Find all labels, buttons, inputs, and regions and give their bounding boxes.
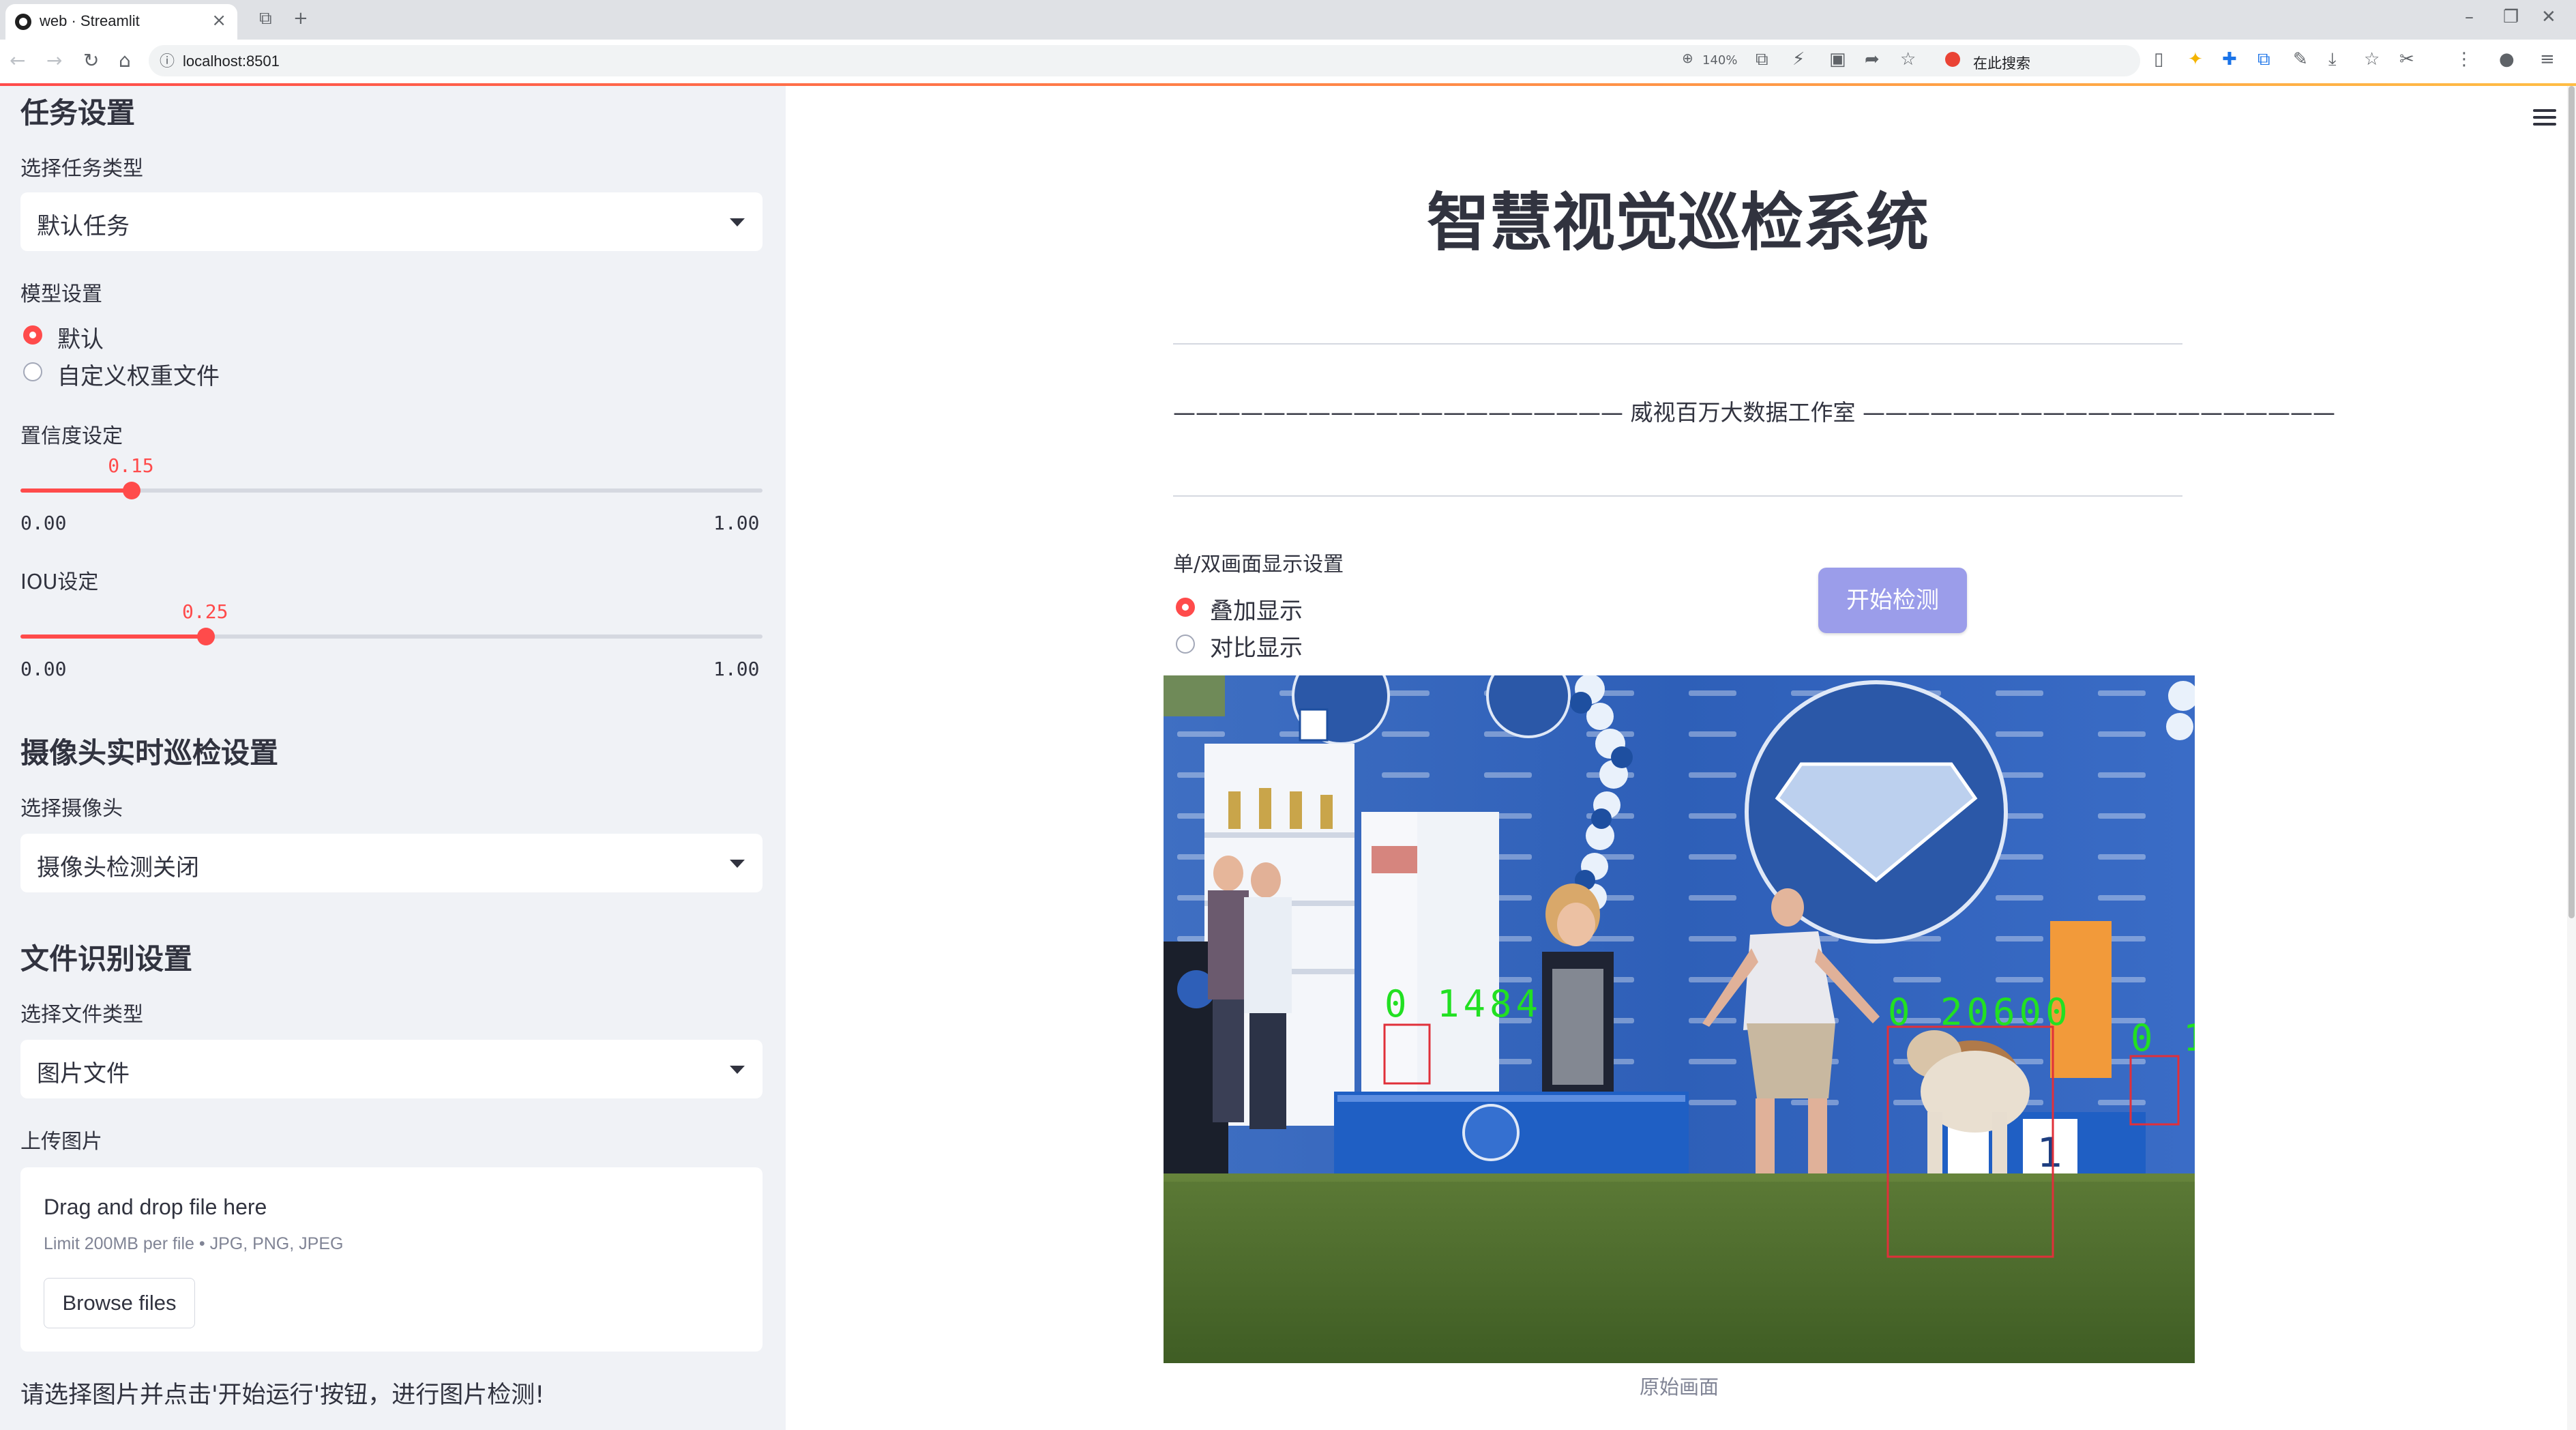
share-icon[interactable]: ➦: [1865, 49, 1880, 70]
extension-pen-icon[interactable]: ✎: [2293, 49, 2308, 70]
overlay-display-radio[interactable]: [1176, 598, 1195, 617]
browser-tab[interactable]: web · Streamlit ×: [5, 4, 237, 40]
search-placeholder[interactable]: 在此搜索: [1973, 53, 2030, 73]
zoom-level[interactable]: 140%: [1702, 53, 1737, 68]
home-icon[interactable]: ⌂: [119, 49, 131, 72]
scrollbar-thumb[interactable]: [2568, 86, 2575, 918]
translate-icon[interactable]: ⧉: [1756, 49, 1768, 70]
favorites-icon[interactable]: ☆: [2364, 49, 2380, 70]
task-type-value: 默认任务: [37, 213, 130, 240]
iou-max: 1.00: [713, 658, 760, 680]
file-type-label: 选择文件类型: [20, 1003, 143, 1027]
page-scrollbar[interactable]: [2567, 86, 2576, 1430]
close-window-icon[interactable]: ✕: [2541, 7, 2556, 27]
tab-title: web · Streamlit: [40, 12, 140, 29]
chevron-down-icon: [730, 860, 745, 868]
extension-puzzle-icon[interactable]: ✚: [2222, 49, 2237, 70]
detection-label-1: 0 1484: [1385, 982, 1543, 1025]
file-settings-heading: 文件识别设置: [20, 942, 193, 976]
forward-icon[interactable]: →: [46, 49, 62, 72]
iou-label: IOU设定: [20, 570, 99, 594]
url-text[interactable]: localhost:8501: [183, 53, 280, 70]
reload-icon[interactable]: ↻: [83, 49, 99, 72]
close-tab-icon[interactable]: ×: [211, 10, 226, 31]
confidence-slider-fill: [20, 488, 132, 493]
task-settings-heading: 任务设置: [20, 96, 136, 130]
model-default-label[interactable]: 默认: [57, 321, 104, 354]
tab-groups-icon[interactable]: ⧉: [259, 8, 272, 29]
confidence-min: 0.00: [20, 512, 67, 534]
profile-avatar-icon[interactable]: ●: [2499, 49, 2515, 70]
search-engine-icon: [1945, 52, 1960, 67]
studio-banner: ———————————————————— 威视百万大数据工作室 ————————…: [1173, 399, 2335, 426]
back-icon[interactable]: ←: [10, 49, 25, 72]
extension-ai-icon[interactable]: ✦: [2188, 49, 2203, 70]
start-detection-button[interactable]: 开始检测: [1818, 568, 1967, 633]
confidence-label: 置信度设定: [20, 424, 123, 448]
address-bar-row: ← → ↻ ⌂ ⓘ localhost:8501 ⊕ 140% ⧉ ⚡ ▣ ➦ …: [0, 40, 2576, 84]
divider-top: [1173, 343, 2182, 345]
main-menu-icon[interactable]: [2533, 109, 2556, 130]
svg-text:1: 1: [2037, 1129, 2063, 1177]
file-type-select[interactable]: 图片文件: [20, 1040, 763, 1098]
browser-tab-bar: web · Streamlit × ⧉ + – ❐ ✕: [0, 0, 2576, 40]
compare-display-label[interactable]: 对比显示: [1210, 629, 1303, 662]
confidence-max: 1.00: [713, 512, 760, 534]
camera-select[interactable]: 摄像头检测关闭: [20, 834, 763, 892]
detection-image: 1 0 1484 0 20600 0 1: [1164, 675, 2195, 1363]
task-type-label: 选择任务类型: [20, 157, 143, 181]
confidence-slider[interactable]: [20, 482, 763, 499]
camera-settings-heading: 摄像头实时巡检设置: [20, 736, 279, 770]
lightning-icon[interactable]: ⚡: [1792, 49, 1805, 70]
divider-bottom: [1173, 495, 2182, 497]
scissors-icon[interactable]: ✂: [2399, 49, 2414, 70]
zoom-icon[interactable]: ⊕: [1682, 50, 1693, 66]
confidence-slider-thumb[interactable]: [123, 482, 141, 499]
download-icon[interactable]: ⤓: [2328, 49, 2337, 70]
iou-slider[interactable]: [20, 628, 763, 645]
mobile-icon[interactable]: ▯: [2154, 49, 2163, 70]
chevron-down-icon: [730, 218, 745, 227]
model-custom-label[interactable]: 自定义权重文件: [57, 358, 220, 391]
bookmark-star-icon[interactable]: ☆: [1900, 49, 1916, 70]
compare-display-radio[interactable]: [1176, 634, 1195, 654]
model-default-radio[interactable]: [23, 325, 42, 345]
dropzone-title: Drag and drop file here: [44, 1195, 267, 1219]
upload-instruction: 请选择图片并点击'开始运行'按钮，进行图片检测!: [20, 1382, 545, 1409]
confidence-value: 0.15: [108, 454, 154, 477]
camera-select-value: 摄像头检测关闭: [37, 854, 199, 881]
detection-label-3: 0 1: [2131, 1017, 2195, 1060]
restore-icon[interactable]: ❐: [2503, 7, 2519, 27]
dropzone-limits: Limit 200MB per file • JPG, PNG, JPEG: [44, 1234, 344, 1253]
site-info-icon[interactable]: ⓘ: [160, 49, 175, 71]
iou-slider-thumb[interactable]: [197, 628, 215, 645]
browser-search-box[interactable]: [1937, 48, 2135, 74]
sidebar: 任务设置 选择任务类型 默认任务 模型设置 默认 自定义权重文件 置信度设定 0…: [0, 86, 786, 1430]
file-type-value: 图片文件: [37, 1060, 130, 1088]
image-caption: 原始画面: [1639, 1375, 1719, 1399]
model-custom-radio[interactable]: [23, 362, 42, 381]
new-tab-icon[interactable]: +: [293, 8, 308, 29]
browser-menu-icon[interactable]: ≡: [2540, 49, 2555, 70]
iou-min: 0.00: [20, 658, 67, 680]
menu-dots-icon[interactable]: ⋮: [2455, 49, 2473, 70]
screenshot-icon[interactable]: ▣: [1829, 49, 1846, 70]
iou-slider-fill: [20, 634, 206, 639]
extension-translate-icon[interactable]: ⧉: [2257, 49, 2270, 70]
upload-label: 上传图片: [20, 1130, 102, 1154]
display-mode-label: 单/双画面显示设置: [1173, 553, 1344, 577]
overlay-display-label[interactable]: 叠加显示: [1210, 592, 1303, 626]
detection-label-2: 0 20600: [1888, 991, 2072, 1034]
browse-files-button[interactable]: Browse files: [44, 1278, 195, 1328]
file-dropzone[interactable]: Drag and drop file here Limit 200MB per …: [20, 1167, 763, 1352]
chevron-down-icon: [730, 1066, 745, 1074]
camera-select-label: 选择摄像头: [20, 797, 123, 821]
model-settings-label: 模型设置: [20, 282, 102, 306]
streamlit-favicon-icon: [15, 14, 31, 30]
page-title: 智慧视觉巡检系统: [1426, 186, 1929, 259]
minimize-icon[interactable]: –: [2465, 7, 2474, 27]
task-type-select[interactable]: 默认任务: [20, 192, 763, 251]
iou-value: 0.25: [182, 600, 228, 623]
